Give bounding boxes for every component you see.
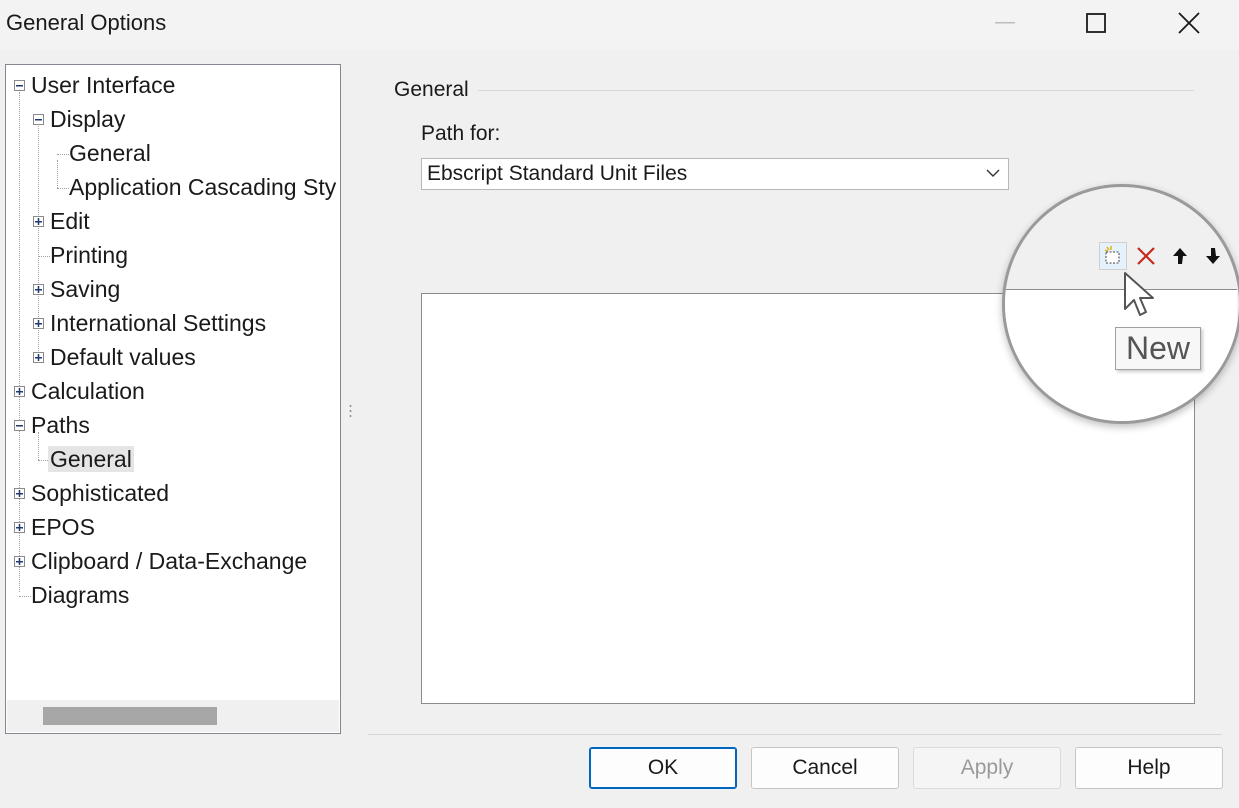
plus-icon <box>35 218 42 225</box>
plus-icon <box>16 524 23 531</box>
tree-item-calculation[interactable]: Calculation <box>31 376 145 406</box>
tree-item-diagrams[interactable]: Diagrams <box>31 580 129 610</box>
plus-icon <box>16 490 23 497</box>
expand-toggle[interactable] <box>14 522 25 533</box>
window-title: General Options <box>6 10 167 35</box>
tree-item-epos[interactable]: EPOS <box>31 512 95 542</box>
cancel-button[interactable]: Cancel <box>751 747 899 789</box>
grip-icon <box>349 405 352 417</box>
tree-connector <box>57 154 69 155</box>
collapse-toggle[interactable] <box>33 114 44 125</box>
move-down-button[interactable] <box>1199 242 1227 270</box>
group-box-title: General <box>394 78 469 101</box>
tree-item-clipboard-data-exchange[interactable]: Clipboard / Data-Exchange <box>31 546 307 576</box>
plus-icon <box>35 354 42 361</box>
tooltip: New <box>1115 327 1202 370</box>
path-for-value: Ebscript Standard Unit Files <box>427 162 688 185</box>
ok-button[interactable]: OK <box>589 747 737 789</box>
close-icon <box>1178 12 1200 34</box>
tree-item-edit[interactable]: Edit <box>50 206 90 236</box>
tree-connector <box>19 596 31 597</box>
minimize-icon <box>995 22 1015 24</box>
plus-icon <box>16 558 23 565</box>
minus-icon <box>16 85 23 87</box>
tree-connector <box>57 188 69 189</box>
expand-toggle[interactable] <box>33 216 44 227</box>
path-for-label: Path for: <box>421 122 501 145</box>
move-up-icon <box>1173 248 1187 264</box>
tree-item-user-interface[interactable]: User Interface <box>31 70 175 100</box>
new-path-button[interactable] <box>1099 242 1127 270</box>
options-tree[interactable]: User Interface Display General Applicati… <box>5 64 341 734</box>
tree-item-international-settings[interactable]: International Settings <box>50 308 266 338</box>
magnifier-callout: New <box>1002 184 1239 424</box>
delete-icon <box>1137 247 1155 265</box>
footer-divider <box>368 734 1222 735</box>
scrollbar-thumb[interactable] <box>43 707 217 725</box>
minus-icon <box>35 119 42 121</box>
minus-icon <box>16 425 23 427</box>
plus-icon <box>16 388 23 395</box>
expand-toggle[interactable] <box>33 318 44 329</box>
mouse-pointer-icon <box>1123 271 1163 326</box>
tree-connector <box>57 160 58 188</box>
group-divider <box>478 90 1194 91</box>
tree-item-paths-general[interactable]: General <box>48 444 134 474</box>
expand-toggle[interactable] <box>33 284 44 295</box>
close-button[interactable] <box>1166 0 1212 46</box>
tree-connector <box>19 92 20 592</box>
help-button[interactable]: Help <box>1075 747 1223 789</box>
tree-item-saving[interactable]: Saving <box>50 274 120 304</box>
collapse-toggle[interactable] <box>14 420 25 431</box>
tree-item-paths[interactable]: Paths <box>31 410 90 440</box>
plus-icon <box>35 286 42 293</box>
move-down-icon <box>1206 248 1220 264</box>
chevron-down-icon <box>986 159 1000 198</box>
tree-connector <box>38 256 50 257</box>
tree-item-default-values[interactable]: Default values <box>50 342 196 372</box>
plus-icon <box>35 320 42 327</box>
tree-item-display[interactable]: Display <box>50 104 125 134</box>
collapse-toggle[interactable] <box>14 80 25 91</box>
expand-toggle[interactable] <box>14 386 25 397</box>
expand-toggle[interactable] <box>14 488 25 499</box>
tree-item-display-general[interactable]: General <box>69 138 151 168</box>
maximize-icon <box>1086 13 1106 33</box>
tree-item-application-cascading-styles[interactable]: Application Cascading Sty <box>69 172 336 202</box>
new-icon <box>1104 246 1120 264</box>
maximize-button[interactable] <box>1073 0 1119 46</box>
apply-button[interactable]: Apply <box>913 747 1061 789</box>
tree-item-printing[interactable]: Printing <box>50 240 128 270</box>
minimize-button[interactable] <box>982 0 1028 46</box>
expand-toggle[interactable] <box>33 352 44 363</box>
path-for-dropdown[interactable]: Ebscript Standard Unit Files <box>421 158 1009 190</box>
tree-item-sophisticated[interactable]: Sophisticated <box>31 478 169 508</box>
delete-path-button[interactable] <box>1132 242 1160 270</box>
horizontal-scrollbar[interactable] <box>7 700 339 732</box>
move-up-button[interactable] <box>1166 242 1194 270</box>
title-bar: General Options <box>0 0 1239 50</box>
splitter-grip[interactable] <box>349 404 352 418</box>
expand-toggle[interactable] <box>14 556 25 567</box>
